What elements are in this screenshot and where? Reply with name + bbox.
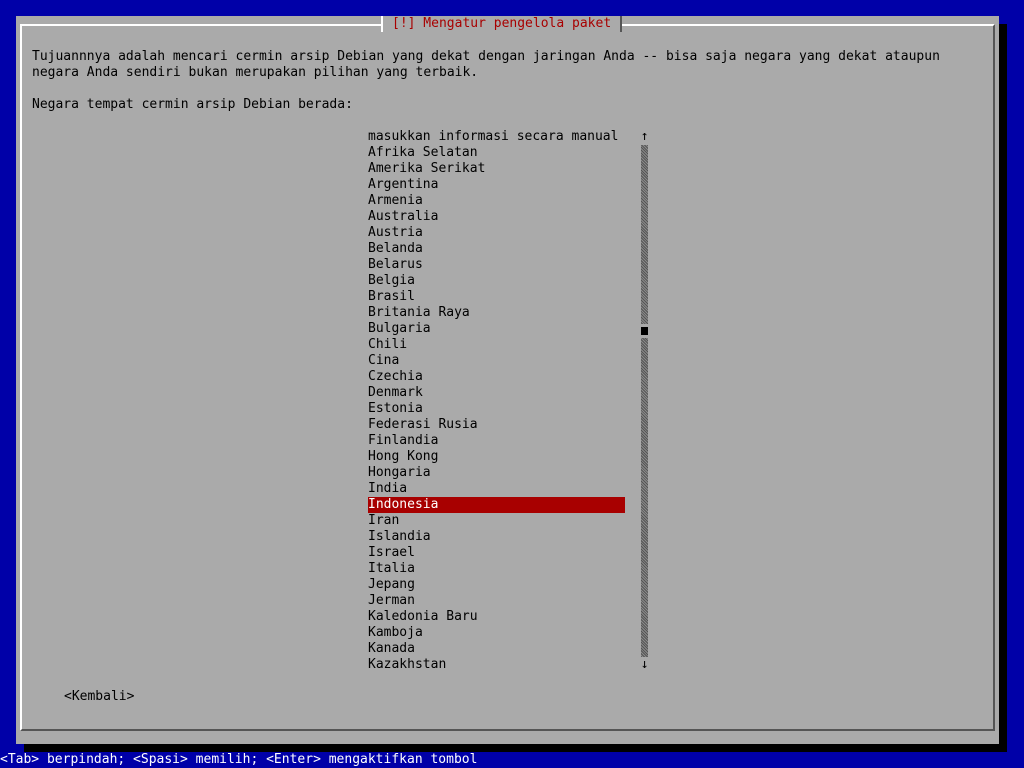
country-list-item[interactable]: Cina xyxy=(368,353,625,369)
country-list-item[interactable]: Amerika Serikat xyxy=(368,161,625,177)
scroll-up-arrow-icon[interactable]: ↑ xyxy=(640,129,649,145)
scroll-down-arrow-icon[interactable]: ↓ xyxy=(640,657,649,673)
scrollbar-thumb[interactable] xyxy=(641,324,648,338)
dialog-window: [!] Mengatur pengelola paket Tujuannnya … xyxy=(16,16,999,744)
country-list-item[interactable]: Belarus xyxy=(368,257,625,273)
country-list-item[interactable]: Afrika Selatan xyxy=(368,145,625,161)
status-bar: <Tab> berpindah; <Spasi> memilih; <Enter… xyxy=(0,752,1024,768)
country-list-item[interactable]: Islandia xyxy=(368,529,625,545)
scrollbar-track[interactable] xyxy=(641,145,648,657)
country-list-item[interactable]: Czechia xyxy=(368,369,625,385)
country-list-item[interactable]: Israel xyxy=(368,545,625,561)
country-list-item[interactable]: Austria xyxy=(368,225,625,241)
country-list-item[interactable]: Chili xyxy=(368,337,625,353)
country-list-item[interactable]: Kanada xyxy=(368,641,625,657)
country-list-item[interactable]: Jepang xyxy=(368,577,625,593)
country-list-item[interactable]: Finlandia xyxy=(368,433,625,449)
country-list[interactable]: masukkan informasi secara manual Afrika S… xyxy=(368,129,625,673)
country-list-item[interactable]: Australia xyxy=(368,209,625,225)
country-list-item[interactable]: Brasil xyxy=(368,289,625,305)
country-list-item[interactable]: Belgia xyxy=(368,273,625,289)
country-list-item[interactable]: Belanda xyxy=(368,241,625,257)
country-list-item[interactable]: Jerman xyxy=(368,593,625,609)
country-list-item[interactable]: India xyxy=(368,481,625,497)
country-list-item[interactable]: Kamboja xyxy=(368,625,625,641)
country-list-item[interactable]: Kaledonia Baru xyxy=(368,609,625,625)
country-list-item[interactable]: Kazakhstan xyxy=(368,657,625,673)
back-button[interactable]: <Kembali> xyxy=(64,689,134,705)
dialog-title: [!] Mengatur pengelola paket xyxy=(381,16,623,32)
description-line-1: Tujuannnya adalah mencari cermin arsip D… xyxy=(32,49,940,64)
country-list-item[interactable]: Federasi Rusia xyxy=(368,417,625,433)
country-list-item[interactable]: Italia xyxy=(368,561,625,577)
description-line-2: negara Anda sendiri bukan merupakan pili… xyxy=(32,65,479,80)
country-list-item[interactable]: Hongaria xyxy=(368,465,625,481)
country-list-item[interactable]: Estonia xyxy=(368,401,625,417)
country-list-item[interactable]: Denmark xyxy=(368,385,625,401)
country-list-item[interactable]: Bulgaria xyxy=(368,321,625,337)
list-prompt: Negara tempat cermin arsip Debian berada… xyxy=(32,97,353,112)
country-list-item-selected[interactable]: Indonesia xyxy=(368,497,625,513)
installer-screen: [!] Mengatur pengelola paket Tujuannnya … xyxy=(0,0,1024,768)
country-list-item[interactable]: Armenia xyxy=(368,193,625,209)
country-list-item[interactable]: masukkan informasi secara manual xyxy=(368,129,625,145)
country-list-item[interactable]: Hong Kong xyxy=(368,449,625,465)
country-list-item[interactable]: Britania Raya xyxy=(368,305,625,321)
country-list-item[interactable]: Argentina xyxy=(368,177,625,193)
country-list-item[interactable]: Iran xyxy=(368,513,625,529)
